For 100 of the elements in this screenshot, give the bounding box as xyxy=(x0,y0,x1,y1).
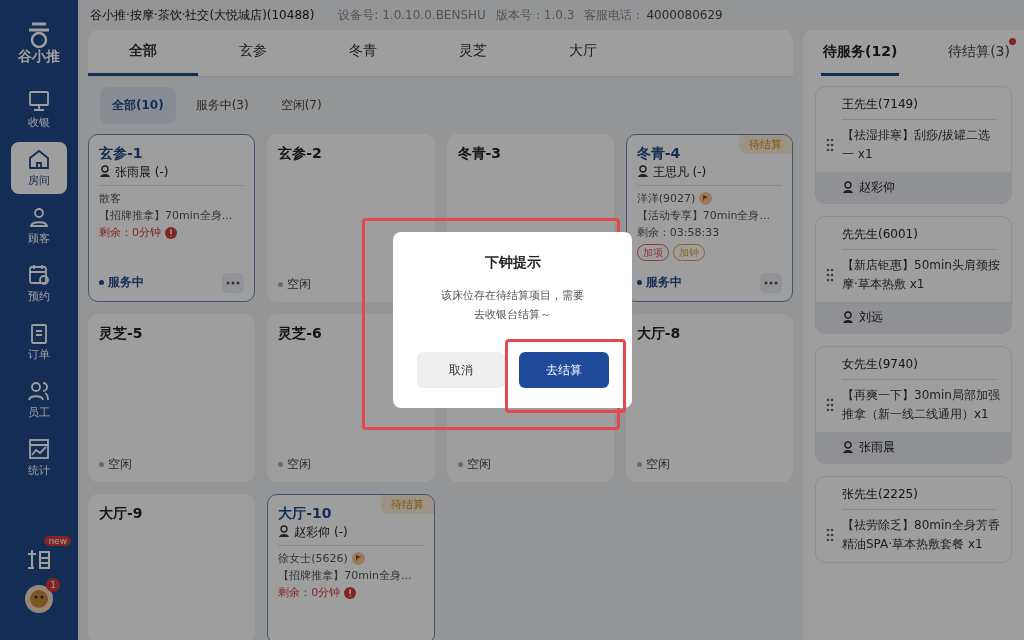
status-text: 空闲 xyxy=(287,275,312,293)
status-dot xyxy=(278,461,284,467)
staff-icon xyxy=(636,165,649,179)
customer-name: 女先生(9740) xyxy=(842,355,997,380)
more-icon xyxy=(764,280,778,285)
status-dot xyxy=(99,461,104,467)
service-name: 【活动专享】70min全身... xyxy=(636,207,771,224)
service-name: 【招牌推拿】70min全身... xyxy=(99,207,234,224)
staff-icon xyxy=(842,311,854,324)
filter-chip[interactable]: 空闲(7) xyxy=(268,86,334,124)
more-icon xyxy=(226,280,241,285)
new-badge: new xyxy=(44,536,71,546)
staff-icon xyxy=(99,165,111,179)
monitor-icon xyxy=(27,90,51,112)
area-tab[interactable]: 大厅 xyxy=(528,30,638,76)
nav-item[interactable]: 收银 xyxy=(11,84,67,136)
room-name: 灵芝-6 xyxy=(278,323,322,343)
pending-badge: 待结算 xyxy=(380,494,434,514)
person-icon xyxy=(27,206,51,228)
staff-name: 张雨晨 (-) xyxy=(115,163,169,181)
customer-name: 洋洋(9027) xyxy=(636,190,696,207)
area-tab[interactable]: 灵芝 xyxy=(418,30,528,76)
remaining-time: 剩余：0分钟 xyxy=(278,584,341,601)
room-card[interactable]: 待结算 冬青-4 王思凡 (-) 洋洋(9027) 【活动专享】70min全身... 剩余：03:58:33 加项 加钟 服务中 xyxy=(625,133,793,302)
filter-chip[interactable]: 全部(10) xyxy=(100,86,176,124)
staff-name: 赵彩仰 xyxy=(859,179,895,196)
nav-item[interactable]: 订单 xyxy=(11,316,67,368)
confirm-button[interactable]: 去结算 xyxy=(518,352,609,388)
area-tab[interactable]: 冬青 xyxy=(308,30,418,76)
notification-badge: 1 xyxy=(46,578,60,592)
service-name: 【祛湿排寒】刮痧/拔罐二选一 x1 xyxy=(842,127,992,163)
status-dot xyxy=(636,280,642,286)
status-dot xyxy=(99,280,104,286)
drag-handle-icon[interactable] xyxy=(826,398,834,412)
staff-name: 张雨晨 xyxy=(859,439,895,456)
room-name: 大厅-8 xyxy=(636,323,681,343)
status-text: 空闲 xyxy=(466,455,491,473)
house-icon xyxy=(27,148,51,170)
service-name: 【祛劳除乏】80min全身芳香精油SPA·草本热敷套餐 x1 xyxy=(842,517,1001,553)
alert-icon xyxy=(165,226,177,239)
staff-icon xyxy=(278,525,291,539)
status-text: 空闲 xyxy=(645,455,670,473)
room-name: 玄参-1 xyxy=(99,143,143,163)
service-name: 【新店钜惠】50min头肩颈按摩·草本热敷 x1 xyxy=(842,257,1001,293)
room-name: 玄参-2 xyxy=(278,143,322,163)
status-dot xyxy=(636,461,642,467)
service-name: 【招牌推拿】70min全身... xyxy=(278,567,413,584)
alert-icon xyxy=(344,586,357,599)
staff-name: 王思凡 (-) xyxy=(652,163,707,181)
logo-text: 谷小推 xyxy=(18,48,60,66)
drag-handle-icon[interactable] xyxy=(826,138,834,152)
drag-handle-icon[interactable] xyxy=(826,268,834,282)
queue-tab[interactable]: 待结算(3) xyxy=(946,30,1012,76)
version-number: 版本号：1.0.3 xyxy=(495,6,575,24)
queue-card[interactable]: 张先生(2225) 【祛劳除乏】80min全身芳香精油SPA·草本热敷套餐 x1 xyxy=(815,476,1012,563)
people-icon xyxy=(27,380,51,402)
room-card[interactable]: 大厅-8 空闲 xyxy=(625,313,793,482)
queue-tab[interactable]: 待服务(12) xyxy=(821,30,900,76)
nav-item[interactable]: 预约 xyxy=(11,258,67,310)
room-name: 大厅-9 xyxy=(99,503,143,523)
nav-item[interactable]: 统计 xyxy=(11,432,67,484)
staff-icon xyxy=(842,441,854,454)
queue-card[interactable]: 女先生(9740) 【再爽一下】30min局部加强推拿（新一线二线通用）x1 张雨晨 xyxy=(815,346,1012,464)
pending-badge: 待结算 xyxy=(739,134,792,154)
service-name: 【再爽一下】30min局部加强推拿（新一线二线通用）x1 xyxy=(842,387,1001,423)
status-dot xyxy=(457,461,463,467)
room-card[interactable]: 待结算 大厅-10 赵彩仰 (-) 徐女士(5626) 【招牌推拿】70min全身... 剩余：0分钟 xyxy=(267,493,435,640)
remaining-time: 剩余：03:58:33 xyxy=(636,224,720,241)
dialog-title: 下钟提示 xyxy=(484,254,541,272)
area-tab[interactable]: 全部 xyxy=(88,30,198,76)
filter-chip[interactable]: 服务中(3) xyxy=(183,86,261,124)
queue-card[interactable]: 王先生(7149) 【祛湿排寒】刮痧/拔罐二选一 x1 赵彩仰 xyxy=(815,86,1012,204)
nav-item[interactable]: 员工 xyxy=(11,374,67,426)
room-card[interactable]: 大厅-9 xyxy=(88,493,256,640)
status-text: 空闲 xyxy=(287,455,312,473)
room-card[interactable]: 玄参-1 张雨晨 (-) 散客 【招牌推拿】70min全身... 剩余：0分钟 服务中 xyxy=(88,133,256,302)
area-tab[interactable]: 玄参 xyxy=(198,30,308,76)
customer-name: 先先生(6001) xyxy=(842,225,997,250)
queue-card[interactable]: 先先生(6001) 【新店钜惠】50min头肩颈按摩·草本热敷 x1 刘远 xyxy=(815,216,1012,334)
staff-name: 赵彩仰 (-) xyxy=(294,523,348,541)
staff-icon xyxy=(842,181,854,194)
more-button[interactable] xyxy=(760,272,782,293)
chart-icon xyxy=(27,438,51,460)
more-button[interactable] xyxy=(222,272,245,293)
cancel-button[interactable]: 取消 xyxy=(416,352,505,388)
customer-name: 散客 xyxy=(99,190,121,207)
room-name: 冬青-3 xyxy=(457,143,502,163)
staff-name: 刘远 xyxy=(859,309,883,326)
status-text: 空闲 xyxy=(108,455,132,473)
customer-name: 徐女士(5626) xyxy=(278,550,348,567)
device-number: 设备号: 1.0.10.0.BENSHU xyxy=(338,6,486,24)
room-card[interactable]: 灵芝-5 空闲 xyxy=(88,313,256,482)
status-text: 服务中 xyxy=(645,274,682,292)
drag-handle-icon[interactable] xyxy=(826,528,834,542)
customer-name: 张先生(2225) xyxy=(842,485,997,510)
status-dot xyxy=(278,281,284,287)
nav-item[interactable]: 顾客 xyxy=(11,200,67,252)
nav-item[interactable]: 房间 xyxy=(11,142,67,194)
phone-number: 4000080629 xyxy=(646,8,723,22)
store-name: 谷小推·按摩·茶饮·社交(大悦城店)(10488) xyxy=(90,6,315,24)
